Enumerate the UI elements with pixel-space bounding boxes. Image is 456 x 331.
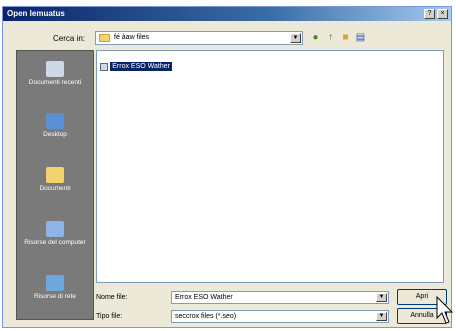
desktop-icon xyxy=(46,113,64,129)
look-in-value: fé àaw files xyxy=(114,34,150,41)
look-in-dropdown[interactable]: fé àaw files ▼ xyxy=(95,31,303,45)
filetype-value: seccrox files (*.seo) xyxy=(175,313,237,320)
new-folder-icon[interactable]: ■ xyxy=(339,32,352,44)
file-name: Errox ESO Wather xyxy=(110,62,172,72)
filename-value: Errox ESO Wather xyxy=(175,294,233,301)
place-label: Desktop xyxy=(43,131,67,138)
up-folder-icon[interactable]: ↑ xyxy=(324,32,337,44)
place-label: Risorse di rete xyxy=(34,293,76,300)
place-recent-documents[interactable]: Documenti recenti xyxy=(17,61,93,86)
place-label: Risorse del computer xyxy=(24,239,86,246)
chevron-down-icon[interactable]: ▼ xyxy=(376,312,387,321)
open-file-dialog: Open lemuatus ? × Cerca in: fé àaw files… xyxy=(2,6,452,328)
network-places-icon xyxy=(46,275,64,291)
place-network[interactable]: Risorse di rete xyxy=(17,275,93,300)
back-icon[interactable]: ● xyxy=(309,32,322,44)
look-in-label: Cerca in: xyxy=(53,34,86,43)
places-bar: Documenti recenti Desktop Documenti Riso… xyxy=(16,50,94,320)
place-label: Documenti xyxy=(39,185,71,192)
chevron-down-icon[interactable]: ▼ xyxy=(290,33,301,43)
filetype-label: Tipo file: xyxy=(96,313,123,320)
my-documents-icon xyxy=(46,167,64,183)
filetype-select[interactable]: seccrox files (*.seo) ▼ xyxy=(171,310,389,323)
filename-label: Nome file: xyxy=(96,294,128,301)
place-my-documents[interactable]: Documenti xyxy=(17,167,93,192)
help-icon[interactable]: ? xyxy=(424,9,435,19)
mouse-cursor-icon xyxy=(436,296,454,324)
place-desktop[interactable]: Desktop xyxy=(17,113,93,138)
list-item[interactable]: Errox ESO Wather xyxy=(100,62,172,72)
place-label: Documenti recenti xyxy=(28,79,82,86)
file-icon xyxy=(100,62,108,71)
folder-icon xyxy=(99,34,110,42)
my-computer-icon xyxy=(46,221,64,237)
view-menu-icon[interactable]: ▤ xyxy=(354,32,367,44)
dialog-title: Open lemuatus xyxy=(7,9,65,18)
filename-input[interactable]: Errox ESO Wather ▼ xyxy=(171,291,389,304)
file-list[interactable]: Errox ESO Wather xyxy=(96,50,444,283)
place-my-computer[interactable]: Risorse del computer xyxy=(17,221,93,246)
close-icon[interactable]: × xyxy=(437,9,448,19)
title-bar[interactable]: Open lemuatus ? × xyxy=(3,7,451,21)
recent-documents-icon xyxy=(46,61,64,77)
chevron-down-icon[interactable]: ▼ xyxy=(376,293,387,302)
